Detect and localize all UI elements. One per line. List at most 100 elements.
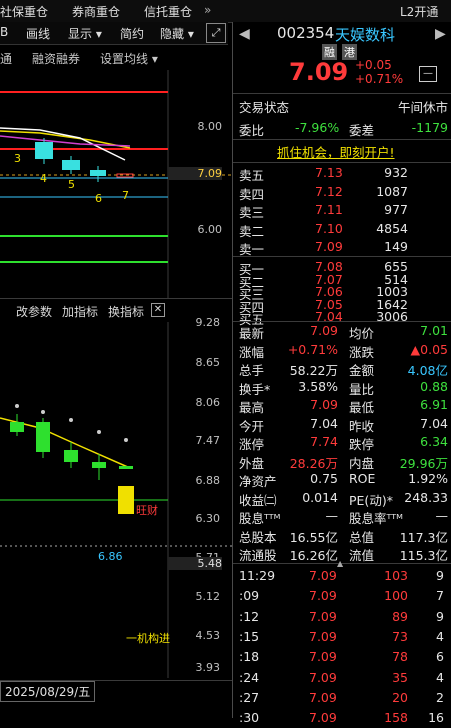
ask-price: 7.12 bbox=[315, 183, 343, 199]
simple-button[interactable]: 简约 bbox=[120, 25, 144, 42]
date-label: 2025/08/29/五 bbox=[0, 681, 96, 702]
stat-label: 金额 bbox=[349, 363, 375, 378]
display-dropdown[interactable]: 显示 ▾ bbox=[68, 25, 102, 42]
more-tabs-button[interactable]: » bbox=[204, 3, 211, 17]
y-tick-6.00: 6.00 bbox=[197, 223, 223, 236]
stat-label: 流值 bbox=[349, 548, 375, 563]
stat-label: 换手* bbox=[239, 381, 271, 397]
l2-open-link[interactable]: L2开通 bbox=[400, 3, 438, 20]
minus-icon[interactable]: — bbox=[419, 66, 437, 82]
ma-settings-dropdown[interactable]: 设置均线 ▾ bbox=[100, 50, 158, 67]
toolbar-fragment[interactable]: B bbox=[0, 25, 8, 39]
tab-tong[interactable]: 通 bbox=[0, 50, 12, 67]
switch-indicator-button[interactable]: 换指标 bbox=[108, 303, 144, 320]
tick-time: :15 bbox=[239, 628, 260, 644]
stat-row: 涨幅 +0.71% 涨跌 ▲0.05 bbox=[233, 341, 451, 360]
close-icon[interactable]: ✕ bbox=[151, 303, 165, 317]
tick-price: 7.09 bbox=[309, 628, 337, 644]
tab-broker[interactable]: 券商重仓 bbox=[72, 3, 120, 20]
prev-stock-arrow-icon[interactable]: ◀ bbox=[239, 26, 250, 42]
stat-label: 涨停 bbox=[239, 437, 265, 452]
stat-value: 16.55亿 bbox=[289, 529, 338, 545]
sub-y-tick-2: 8.65 bbox=[195, 356, 221, 369]
stat-row: 涨停 7.74 跌停 6.34 bbox=[233, 433, 451, 452]
date-bar: 2025/08/29/五 bbox=[0, 680, 232, 702]
tick-row: :12 7.09 89 9 bbox=[233, 608, 451, 627]
tick-count: 9 bbox=[436, 608, 444, 624]
ask-volume: 1087 bbox=[376, 183, 408, 199]
tab-margin-trading[interactable]: 融资融券 bbox=[32, 50, 80, 67]
tab-trust[interactable]: 信托重仓 bbox=[144, 3, 192, 20]
stat-value: 7.04 bbox=[420, 415, 448, 431]
add-indicator-button[interactable]: 加指标 bbox=[62, 303, 98, 320]
top-tab-bar: 社保重仓 券商重仓 信托重仓 » L2开通 bbox=[0, 0, 451, 23]
sub-y-tick-1: 9.28 bbox=[195, 316, 221, 329]
tick-time: 11:29 bbox=[239, 568, 276, 583]
stat-value: — bbox=[325, 508, 339, 523]
tick-count: 6 bbox=[436, 649, 444, 665]
stat-value: 4.08亿 bbox=[407, 363, 448, 378]
modify-params-button[interactable]: 改参数 bbox=[16, 303, 52, 320]
tick-volume: 20 bbox=[392, 689, 408, 705]
expand-icon[interactable]: ⤢ bbox=[206, 23, 226, 43]
ask-row: 卖二 7.10 4854 bbox=[233, 220, 451, 239]
stat-value: 6.91 bbox=[420, 397, 448, 412]
tick-count: 9 bbox=[436, 568, 444, 583]
low-price-label: 6.86 bbox=[98, 550, 123, 563]
stat-label: 最高 bbox=[239, 400, 265, 415]
sub-y-tick-5: 6.88 bbox=[195, 474, 221, 487]
last-price: 7.09 bbox=[289, 58, 349, 86]
stat-row: 换手* 3.58% 量比 0.88 bbox=[233, 378, 451, 397]
stock-name: 天娱数科 bbox=[335, 26, 396, 44]
tick-price: 7.09 bbox=[309, 608, 337, 624]
ask-label: 卖五 bbox=[239, 168, 265, 183]
stat-value: ▲0.05 bbox=[410, 341, 448, 357]
ask-row: 卖一 7.09 149 bbox=[233, 238, 451, 257]
wangcai-label: 旺财 bbox=[136, 504, 158, 517]
tick-volume: 73 bbox=[392, 628, 408, 644]
stat-value: 0.75 bbox=[310, 471, 338, 486]
stat-value: 3.58% bbox=[298, 378, 338, 394]
tick-volume: 78 bbox=[392, 649, 408, 665]
main-chart-canvas: 3 4 5 6 7 bbox=[0, 70, 232, 298]
stat-label: 流通股 bbox=[239, 548, 277, 563]
sub-chart[interactable]: 旺财 6.86 一机构进 9.28 8.65 8.06 7.47 6.88 6.… bbox=[0, 316, 232, 678]
tab-social-security[interactable]: 社保重仓 bbox=[0, 3, 48, 20]
stock-code: 002354 bbox=[277, 24, 335, 42]
stat-row: 收益㈡ 0.014 PE(动)* 248.33 bbox=[233, 489, 451, 508]
tick-volume: 35 bbox=[392, 669, 408, 685]
stat-value: 115.3亿 bbox=[399, 548, 448, 563]
stat-label: 净资产 bbox=[239, 474, 277, 489]
ask-price: 7.09 bbox=[315, 239, 343, 254]
stat-label: 最新 bbox=[239, 326, 265, 341]
tick-time: :18 bbox=[239, 649, 260, 665]
ask-row: 卖四 7.12 1087 bbox=[233, 183, 451, 202]
ask-volume: 149 bbox=[384, 239, 408, 254]
sub-y-tick-10: 3.93 bbox=[195, 661, 221, 674]
stat-value: 7.01 bbox=[420, 323, 448, 338]
ask-volume: 977 bbox=[384, 202, 408, 217]
ask-label: 卖二 bbox=[239, 223, 265, 239]
main-chart[interactable]: 3 4 5 6 7 8.00 7.09 6.00 bbox=[0, 70, 232, 298]
stat-value: 248.33 bbox=[404, 489, 448, 505]
sub-y-tick-4: 7.47 bbox=[195, 434, 221, 447]
stat-label: 股息率ᵀᵀᴹ bbox=[349, 511, 403, 526]
draw-line-button[interactable]: 画线 bbox=[26, 25, 50, 42]
promo-link[interactable]: 抓住机会，即刻开户! bbox=[233, 141, 451, 160]
hide-dropdown[interactable]: 隐藏 ▾ bbox=[160, 25, 194, 42]
marker-7: 7 bbox=[122, 189, 129, 202]
next-stock-arrow-icon[interactable]: ▶ bbox=[435, 26, 446, 42]
tick-row: :24 7.09 35 4 bbox=[233, 669, 451, 688]
stat-value: 117.3亿 bbox=[399, 529, 448, 545]
stat-value: 58.22万 bbox=[289, 363, 338, 378]
weibi-row: 委比 -7.96% 委差 -1179 bbox=[239, 120, 448, 138]
stat-label: 股息ᵀᵀᴹ bbox=[239, 511, 281, 526]
stat-label: 跌停 bbox=[349, 437, 375, 452]
stat-row: 最高 7.09 最低 6.91 bbox=[233, 396, 451, 415]
tick-volume: 89 bbox=[392, 608, 408, 624]
sub-chart-canvas bbox=[0, 322, 232, 678]
stat-row: 总手 58.22万 金额 4.08亿 bbox=[233, 359, 451, 378]
tick-time: :12 bbox=[239, 608, 260, 624]
ask-volume: 932 bbox=[384, 165, 408, 180]
ask-row: 卖五 7.13 932 bbox=[233, 164, 451, 183]
